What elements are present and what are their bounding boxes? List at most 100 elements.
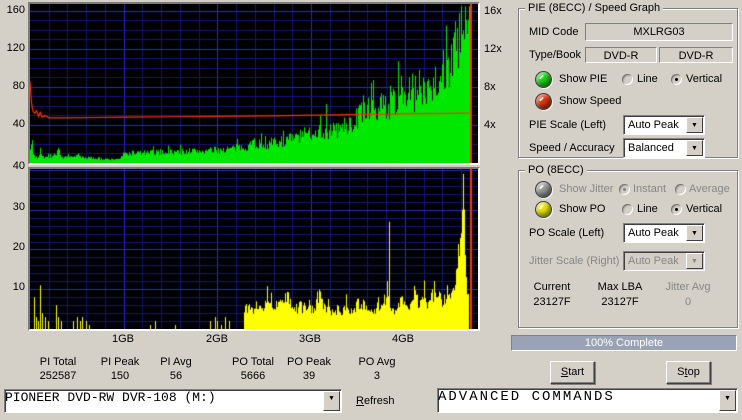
drive-select[interactable]: PIONEER DVD-RW DVR-108 (M:) ▼: [4, 389, 342, 413]
stat-label: PI Total: [39, 356, 77, 368]
pie-vertical-label: Vertical: [686, 73, 723, 85]
jitter-instant-radio: [619, 184, 630, 195]
jitter-average-radio: [675, 184, 686, 195]
jitter-scale-value: Auto Peak: [628, 255, 679, 267]
po-group: PO (8ECC) Show Jitter Instant Average Sh…: [518, 164, 738, 328]
speed-y-tick: 8x: [484, 81, 496, 93]
po-scale-value: Auto Peak: [628, 227, 679, 239]
speed-accuracy-label: Speed / Accuracy: [529, 142, 615, 154]
dropdown-arrow-icon[interactable]: ▼: [686, 117, 703, 133]
po-line-label: Line: [637, 203, 658, 215]
advanced-commands-select[interactable]: ADVANCED COMMANDS ▼: [437, 388, 738, 413]
current-value: 23127F: [533, 296, 571, 308]
pie-line-radio[interactable]: [622, 74, 633, 85]
book-field: DVD-R: [659, 47, 733, 63]
speed-y-tick: 12x: [484, 43, 502, 55]
stat-value: 39: [302, 370, 316, 382]
mid-code-label: MID Code: [529, 26, 579, 38]
stat-label: PI Peak: [100, 356, 140, 368]
po-y-tick: 10: [12, 281, 25, 293]
jitter-scale-select: Auto Peak ▼: [623, 251, 705, 271]
jitter-scale-label: Jitter Scale (Right): [529, 255, 620, 267]
stat-label: PO Total: [232, 356, 274, 368]
drive-select-value: PIONEER DVD-RW DVR-108 (M:): [5, 390, 216, 405]
pie-speed-graph-canvas: [30, 4, 478, 163]
stat-label: PO Peak: [286, 356, 332, 368]
stat-po-avg: PO Avg 3: [358, 355, 395, 383]
stat-value: 252587: [39, 370, 77, 382]
stat-value: 3: [373, 370, 381, 382]
po-y-tick: 20: [12, 241, 25, 253]
show-speed-label: Show Speed: [559, 95, 622, 107]
pie-speed-group: PIE (8ECC) / Speed Graph MID Code MXLRG0…: [518, 2, 738, 158]
dropdown-arrow-icon[interactable]: ▼: [686, 140, 703, 156]
mid-code-field: MXLRG03: [585, 23, 733, 41]
jitter-avg-label: Jitter Avg: [665, 281, 711, 293]
jitter-avg-value: 0: [684, 296, 692, 308]
pie-scale-label: PIE Scale (Left): [529, 119, 607, 131]
po-graph-canvas: [30, 169, 478, 329]
po-group-title: PO (8ECC): [525, 164, 587, 176]
stat-value: 5666: [240, 370, 266, 382]
jitter-average-label: Average: [689, 183, 730, 195]
pie-line-label: Line: [637, 73, 658, 85]
pie-y-tick: 40: [12, 118, 25, 130]
dvd-scan-window: 160 120 80 40 40 30 20 10 16x 12x 8x 4x …: [0, 0, 742, 420]
type-book-label: Type/Book: [529, 49, 581, 61]
pie-group-title: PIE (8ECC) / Speed Graph: [525, 2, 664, 14]
show-pie-led-button[interactable]: [535, 71, 552, 88]
show-jitter-label: Show Jitter: [559, 183, 614, 195]
max-lba-label: Max LBA: [597, 281, 643, 293]
stat-label: PO Avg: [358, 356, 396, 368]
stat-pi-avg: PI Avg 56: [160, 355, 192, 383]
stat-po-total: PO Total 5666: [232, 355, 274, 383]
dropdown-arrow-icon[interactable]: ▼: [719, 390, 736, 411]
stat-pi-total: PI Total 252587: [40, 355, 77, 383]
advanced-commands-value: ADVANCED COMMANDS: [438, 389, 615, 405]
pie-speed-graph: [28, 2, 480, 165]
type-field: DVD-R: [585, 47, 657, 63]
pie-y-tick: 120: [6, 42, 25, 54]
pie-vertical-radio[interactable]: [671, 74, 682, 85]
show-pie-label: Show PIE: [559, 73, 608, 85]
stat-value: 150: [110, 370, 130, 382]
po-graph: [28, 167, 480, 331]
po-y-tick: 30: [12, 201, 25, 213]
x-axis-tick: 2GB: [205, 333, 229, 345]
show-speed-led-button[interactable]: [535, 93, 552, 110]
po-vertical-label: Vertical: [686, 203, 723, 215]
max-lba-value: 23127F: [601, 296, 639, 308]
po-y-tick: 40: [12, 160, 25, 172]
current-label: Current: [533, 281, 571, 293]
stat-po-peak: PO Peak 39: [287, 355, 331, 383]
pie-y-tick: 160: [6, 4, 25, 16]
x-axis-tick: 3GB: [298, 333, 322, 345]
dropdown-arrow-icon[interactable]: ▼: [686, 225, 703, 241]
show-jitter-led-button: [535, 181, 552, 198]
po-scale-label: PO Scale (Left): [529, 227, 605, 239]
show-po-led-button[interactable]: [535, 201, 552, 218]
refresh-button[interactable]: Refresh: [356, 395, 395, 407]
show-po-label: Show PO: [559, 203, 606, 215]
speed-accuracy-select[interactable]: Balanced ▼: [623, 138, 705, 158]
progress-bar: 100% Complete: [511, 335, 737, 351]
x-axis-tick: 4GB: [391, 333, 415, 345]
x-axis-tick: 1GB: [111, 333, 135, 345]
dropdown-arrow-icon[interactable]: ▼: [323, 391, 340, 411]
jitter-instant-label: Instant: [633, 183, 667, 195]
po-scale-select[interactable]: Auto Peak ▼: [623, 223, 705, 243]
speed-accuracy-value: Balanced: [628, 142, 674, 154]
stat-pi-peak: PI Peak 150: [101, 355, 140, 383]
stat-value: 56: [169, 370, 183, 382]
po-line-radio[interactable]: [622, 204, 633, 215]
pie-scale-value: Auto Peak: [628, 119, 679, 131]
stat-label: PI Avg: [160, 356, 192, 368]
dropdown-arrow-icon: ▼: [686, 253, 703, 269]
po-vertical-radio[interactable]: [671, 204, 682, 215]
speed-y-tick: 16x: [484, 5, 502, 17]
pie-scale-select[interactable]: Auto Peak ▼: [623, 115, 705, 135]
stop-button[interactable]: Stop: [666, 361, 711, 384]
start-button[interactable]: Start: [550, 361, 595, 384]
pie-y-tick: 80: [12, 80, 25, 92]
speed-y-tick: 4x: [484, 119, 496, 131]
